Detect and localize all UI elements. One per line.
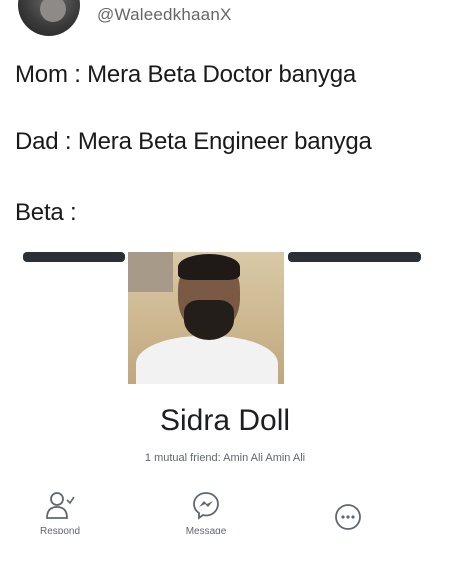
user-avatar[interactable]	[18, 0, 80, 36]
user-handle[interactable]: @WaleedkhaanX	[97, 5, 232, 25]
profile-photo[interactable]	[128, 252, 284, 384]
tweet-line-dad: Dad : Mera Beta Engineer banyga	[15, 128, 372, 155]
messenger-icon	[193, 492, 219, 520]
tweet-line-beta: Beta :	[15, 199, 77, 226]
more-options-button[interactable]	[308, 490, 388, 546]
add-friend-icon	[46, 492, 75, 519]
respond-button[interactable]: Respond	[20, 490, 100, 534]
photo-beard	[184, 300, 234, 340]
tweet-line-mom: Mom : Mera Beta Doctor banyga	[15, 61, 357, 88]
message-label: Message	[185, 526, 227, 534]
cover-photo-right	[288, 252, 421, 262]
avatar-face	[40, 0, 66, 22]
message-button[interactable]: Message	[166, 490, 246, 534]
photo-hair	[178, 254, 240, 280]
photo-shirt	[136, 336, 278, 384]
photo-background	[128, 252, 173, 292]
more-label	[308, 538, 388, 546]
more-options-icon	[335, 504, 361, 530]
cover-photo-left	[23, 252, 125, 262]
mutual-friends-text[interactable]: 1 mutual friend: Amin Ali Amin Ali	[0, 452, 450, 464]
profile-name[interactable]: Sidra Doll	[0, 404, 450, 438]
respond-label: Respond	[39, 526, 81, 534]
